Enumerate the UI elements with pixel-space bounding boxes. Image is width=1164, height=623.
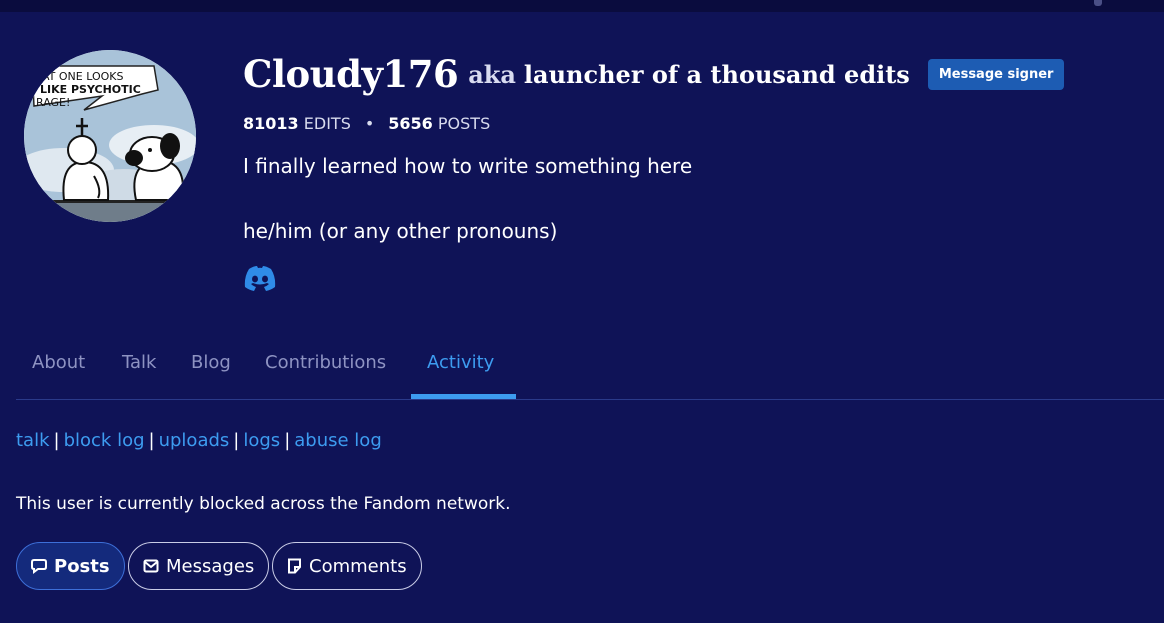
bio-line-2: he/him (or any other pronouns) — [243, 219, 558, 243]
link-separator: | — [53, 430, 60, 451]
message-signer-badge: Message signer — [927, 58, 1065, 90]
tab-contributions[interactable]: Contributions — [265, 352, 386, 373]
link-separator: | — [284, 430, 291, 451]
blocked-status-text: This user is currently blocked across th… — [16, 494, 511, 514]
edits-label: EDITS — [303, 114, 351, 133]
posts-count: 5656 — [388, 114, 433, 133]
top-bar — [0, 0, 1164, 12]
posts-button[interactable]: Posts — [16, 542, 125, 590]
posts-button-label: Posts — [54, 555, 110, 577]
tab-activity[interactable]: Activity — [427, 352, 494, 373]
link-block-log[interactable]: block log — [64, 430, 145, 451]
stats-separator: • — [364, 114, 375, 133]
link-talk[interactable]: talk — [16, 430, 50, 451]
tab-about[interactable]: About — [32, 352, 85, 373]
link-abuse-log[interactable]: abuse log — [294, 430, 381, 451]
comment-note-icon — [288, 558, 301, 574]
link-separator: | — [148, 430, 155, 451]
active-tab-indicator — [411, 394, 516, 399]
tab-blog[interactable]: Blog — [191, 352, 231, 373]
user-title: launcher of a thousand edits — [523, 59, 910, 89]
link-uploads[interactable]: uploads — [159, 430, 230, 451]
edits-count: 81013 — [243, 114, 299, 133]
top-bar-marker — [1094, 0, 1102, 6]
speech-line-3: RAGE! — [36, 96, 70, 109]
link-logs[interactable]: logs — [243, 430, 280, 451]
aka-label: aka — [468, 59, 516, 89]
avatar[interactable]: AT ONE LOOKS LIKE PSYCHOTIC RAGE! — [24, 50, 196, 222]
user-tool-links: talk | block log | uploads | logs | abuse log — [16, 430, 382, 451]
tab-talk[interactable]: Talk — [122, 352, 156, 373]
comments-button[interactable]: Comments — [272, 542, 422, 590]
username: Cloudy176 — [243, 52, 459, 96]
comments-button-label: Comments — [309, 555, 407, 577]
discord-icon[interactable] — [243, 265, 277, 291]
messages-button-label: Messages — [166, 555, 255, 577]
speech-line-1: AT ONE LOOKS — [42, 70, 123, 83]
messages-button[interactable]: Messages — [128, 542, 270, 590]
posts-label: POSTS — [437, 114, 491, 133]
comic-avatar-image: AT ONE LOOKS LIKE PSYCHOTIC RAGE! — [24, 50, 196, 222]
speech-line-2: LIKE PSYCHOTIC — [40, 83, 141, 96]
speech-bubble-icon — [31, 559, 47, 574]
profile-name-row: Cloudy176 aka launcher of a thousand edi… — [243, 50, 1065, 98]
link-separator: | — [233, 430, 240, 451]
envelope-icon — [143, 559, 159, 573]
bio-line-1: I finally learned how to write something… — [243, 154, 693, 178]
profile-stats: 81013 EDITS • 5656 POSTS — [243, 114, 490, 133]
profile-tabs: About Talk Blog Contributions Activity — [16, 340, 1164, 400]
